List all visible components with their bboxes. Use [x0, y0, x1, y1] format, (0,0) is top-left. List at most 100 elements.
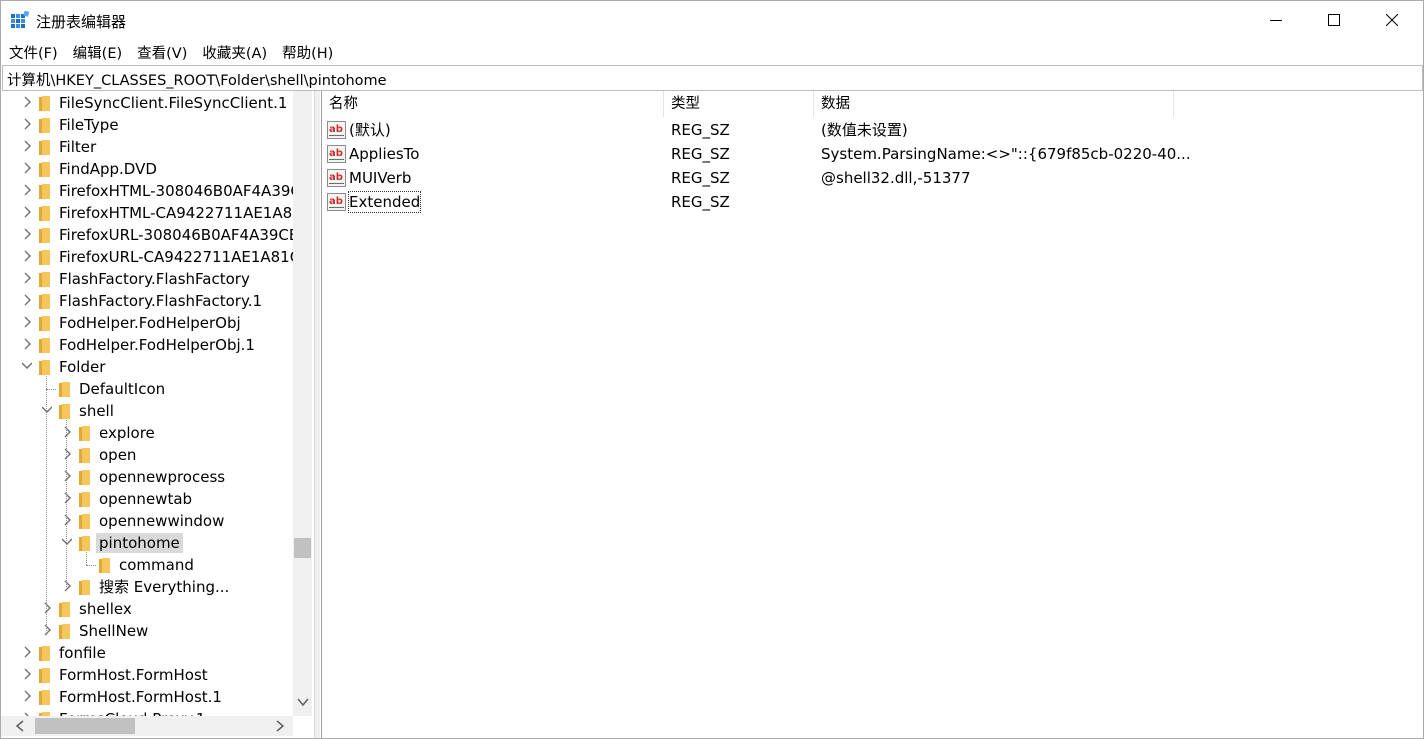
value-row[interactable]: ab Extended REG_SZ: [322, 190, 1422, 214]
chevron-right-icon[interactable]: [22, 293, 32, 307]
chevron-right-icon[interactable]: [62, 491, 72, 505]
column-type-header[interactable]: 类型: [664, 91, 814, 117]
tree-item[interactable]: FirefoxURL-308046B0AF4A39CB: [1, 224, 299, 246]
chevron-right-icon[interactable]: [62, 469, 72, 483]
value-type: REG_SZ: [671, 121, 730, 139]
chevron-down-icon[interactable]: [42, 403, 52, 417]
tree-item[interactable]: FirefoxURL-CA9422711AE1A81C: [1, 246, 300, 268]
chevron-right-icon[interactable]: [62, 513, 72, 527]
value-row[interactable]: ab MUIVerb REG_SZ @shell32.dll,-51377: [322, 166, 1422, 190]
value-name: (默认): [349, 121, 391, 139]
chevron-right-icon[interactable]: [22, 667, 32, 681]
chevron-right-icon[interactable]: [22, 337, 32, 351]
chevron-right-icon[interactable]: [22, 227, 32, 241]
tree-item[interactable]: FodHelper.FodHelperObj: [1, 312, 293, 334]
tree-item[interactable]: explore: [1, 422, 293, 444]
chevron-right-icon[interactable]: [62, 447, 72, 461]
tree-item[interactable]: FileSyncClient.FileSyncClient.1: [1, 92, 293, 114]
tree-item[interactable]: opennewprocess: [1, 466, 293, 488]
tree-item-label: FileType: [59, 116, 119, 134]
chevron-right-icon[interactable]: [42, 601, 52, 615]
address-bar[interactable]: 计算机\HKEY_CLASSES_ROOT\Folder\shell\pinto…: [2, 65, 1423, 91]
close-button[interactable]: [1363, 1, 1421, 39]
regedit-icon: [11, 11, 29, 28]
value-type: REG_SZ: [671, 169, 730, 187]
window-title: 注册表编辑器: [36, 13, 127, 31]
chevron-right-icon[interactable]: [22, 645, 32, 659]
tree-item[interactable]: open: [1, 444, 293, 466]
menu-view[interactable]: 查看(V): [129, 39, 194, 63]
tree-item[interactable]: FodHelper.FodHelperObj.1: [1, 334, 293, 356]
tree-item[interactable]: FirefoxHTML-308046B0AF4A39CB: [1, 180, 311, 202]
tree-vertical-scrollbar[interactable]: [293, 91, 312, 716]
tree-horizontal-scrollbar[interactable]: [1, 716, 293, 736]
tree-item-label: FodHelper.FodHelperObj: [59, 314, 241, 332]
chevron-right-icon[interactable]: [22, 161, 32, 175]
tree-item[interactable]: command: [1, 554, 293, 576]
tree-item[interactable]: 搜索 Everything...: [1, 576, 293, 598]
tree-vertical-thumb[interactable]: [294, 538, 311, 558]
svg-text:ab: ab: [329, 148, 343, 159]
minimize-button[interactable]: [1247, 1, 1305, 39]
folder-icon: [39, 184, 50, 199]
tree-item-label: open: [99, 446, 137, 464]
tree-item[interactable]: FindApp.DVD: [1, 158, 293, 180]
tree-item-label: 搜索 Everything...: [99, 578, 230, 596]
chevron-right-icon[interactable]: [22, 205, 32, 219]
scroll-right-arrow-icon[interactable]: [273, 719, 287, 733]
tree-item[interactable]: FileType: [1, 114, 293, 136]
folder-icon: [39, 338, 50, 353]
folder-icon: [39, 228, 50, 243]
folder-icon: [39, 250, 50, 265]
chevron-right-icon[interactable]: [22, 95, 32, 109]
tree-item[interactable]: DefaultIcon: [1, 378, 293, 400]
tree-item[interactable]: shell: [1, 400, 293, 422]
chevron-right-icon[interactable]: [22, 183, 32, 197]
tree-item[interactable]: fonfile: [1, 642, 293, 664]
folder-icon: [39, 272, 50, 287]
tree-item[interactable]: FlashFactory.FlashFactory: [1, 268, 293, 290]
menu-help[interactable]: 帮助(H): [274, 39, 340, 63]
value-row[interactable]: ab AppliesTo REG_SZ System.ParsingName:<>":…: [322, 142, 1422, 166]
tree-item[interactable]: FirefoxHTML-CA9422711AE1A81C: [1, 202, 312, 224]
tree-horizontal-thumb[interactable]: [35, 718, 135, 734]
maximize-button[interactable]: [1305, 1, 1363, 39]
chevron-down-icon[interactable]: [22, 359, 32, 373]
chevron-right-icon[interactable]: [62, 579, 72, 593]
column-name-header[interactable]: 名称: [322, 91, 664, 117]
menu-favorites[interactable]: 收藏夹(A): [194, 39, 274, 63]
chevron-right-icon[interactable]: [22, 315, 32, 329]
chevron-right-icon[interactable]: [22, 117, 32, 131]
chevron-right-icon[interactable]: [42, 623, 52, 637]
menu-file[interactable]: 文件(F): [1, 39, 65, 63]
minimize-icon: [1270, 20, 1282, 21]
value-data: System.ParsingName:<>"::{679f85cb-0220-4…: [821, 145, 1191, 163]
folder-icon: [79, 536, 90, 551]
menu-edit[interactable]: 编辑(E): [65, 39, 129, 63]
scroll-left-arrow-icon[interactable]: [13, 719, 27, 733]
tree-item[interactable]: Filter: [1, 136, 293, 158]
tree-item[interactable]: opennewtab: [1, 488, 293, 510]
tree-item[interactable]: opennewwindow: [1, 510, 293, 532]
chevron-down-icon[interactable]: [62, 535, 72, 549]
scroll-down-arrow-icon[interactable]: [296, 695, 310, 709]
chevron-right-icon[interactable]: [22, 271, 32, 285]
column-data-header[interactable]: 数据: [814, 91, 1174, 117]
tree-item[interactable]: FlashFactory.FlashFactory.1: [1, 290, 293, 312]
tree-item[interactable]: FormHost.FormHost.1: [1, 686, 293, 708]
chevron-right-icon[interactable]: [22, 139, 32, 153]
tree-item[interactable]: FormHost.FormHost: [1, 664, 293, 686]
pane-splitter[interactable]: [315, 91, 320, 738]
tree-item[interactable]: shellex: [1, 598, 293, 620]
list-header: 名称 类型 数据: [322, 91, 1423, 117]
tree-item[interactable]: ShellNew: [1, 620, 293, 642]
chevron-right-icon[interactable]: [62, 425, 72, 439]
chevron-right-icon[interactable]: [22, 689, 32, 703]
value-row[interactable]: ab (默认) REG_SZ (数值未设置): [322, 118, 1422, 142]
folder-icon: [79, 426, 90, 441]
tree-item[interactable]: pintohome: [1, 532, 293, 554]
tree-item[interactable]: Folder: [1, 356, 293, 378]
chevron-right-icon[interactable]: [22, 249, 32, 263]
tree-item-label: FirefoxHTML-CA9422711AE1A81C: [59, 204, 313, 222]
value-list: 名称 类型 数据 ab (默认) REG_SZ (数值未设置) ab AppliesTo R…: [321, 91, 1423, 738]
